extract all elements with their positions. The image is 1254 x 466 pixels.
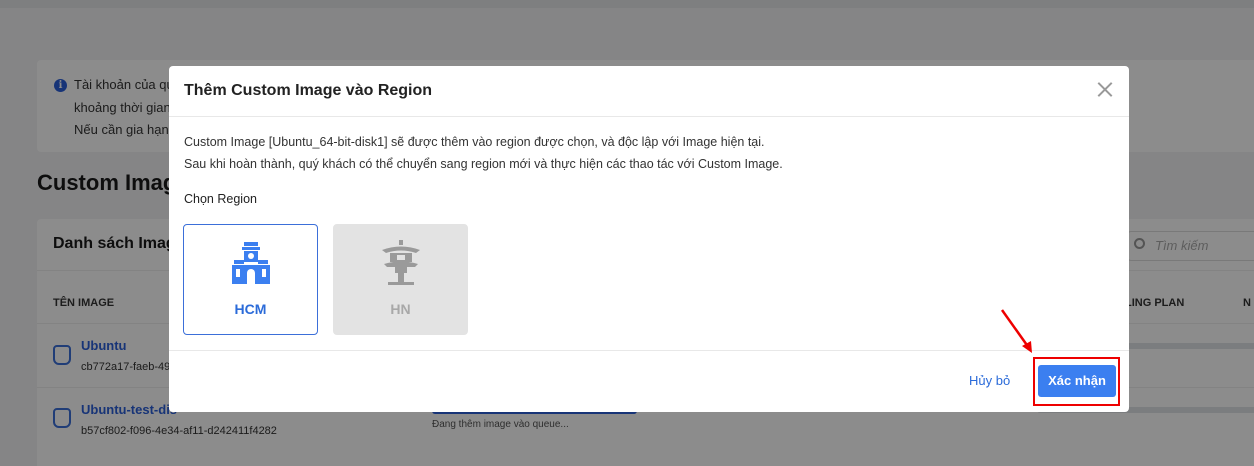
- modal-footer: Hủy bỏ Xác nhận: [169, 350, 1129, 412]
- hcm-landmark-icon: [232, 242, 270, 284]
- modal-description-line-1: Custom Image [Ubuntu_64-bit-disk1] sẽ đư…: [184, 135, 765, 149]
- close-icon[interactable]: [1097, 82, 1113, 98]
- hn-pagoda-icon: [382, 240, 420, 285]
- region-option-hcm[interactable]: HCM: [183, 224, 318, 335]
- choose-region-label: Chọn Region: [184, 192, 257, 206]
- modal-title: Thêm Custom Image vào Region: [184, 82, 433, 99]
- region-label-hn: HN: [390, 301, 411, 317]
- modal-header: Thêm Custom Image vào Region: [169, 66, 1129, 117]
- region-option-hn: HN: [333, 224, 468, 335]
- annotation-arrow-icon: [1000, 309, 1032, 353]
- cancel-button[interactable]: Hủy bỏ: [969, 373, 1010, 388]
- modal-description-line-2: Sau khi hoàn thành, quý khách có thể chu…: [184, 157, 783, 171]
- add-custom-image-modal: Thêm Custom Image vào Region Custom Imag…: [169, 66, 1129, 412]
- region-label-hcm: HCM: [234, 301, 267, 317]
- annotation-highlight-box: [1033, 357, 1120, 406]
